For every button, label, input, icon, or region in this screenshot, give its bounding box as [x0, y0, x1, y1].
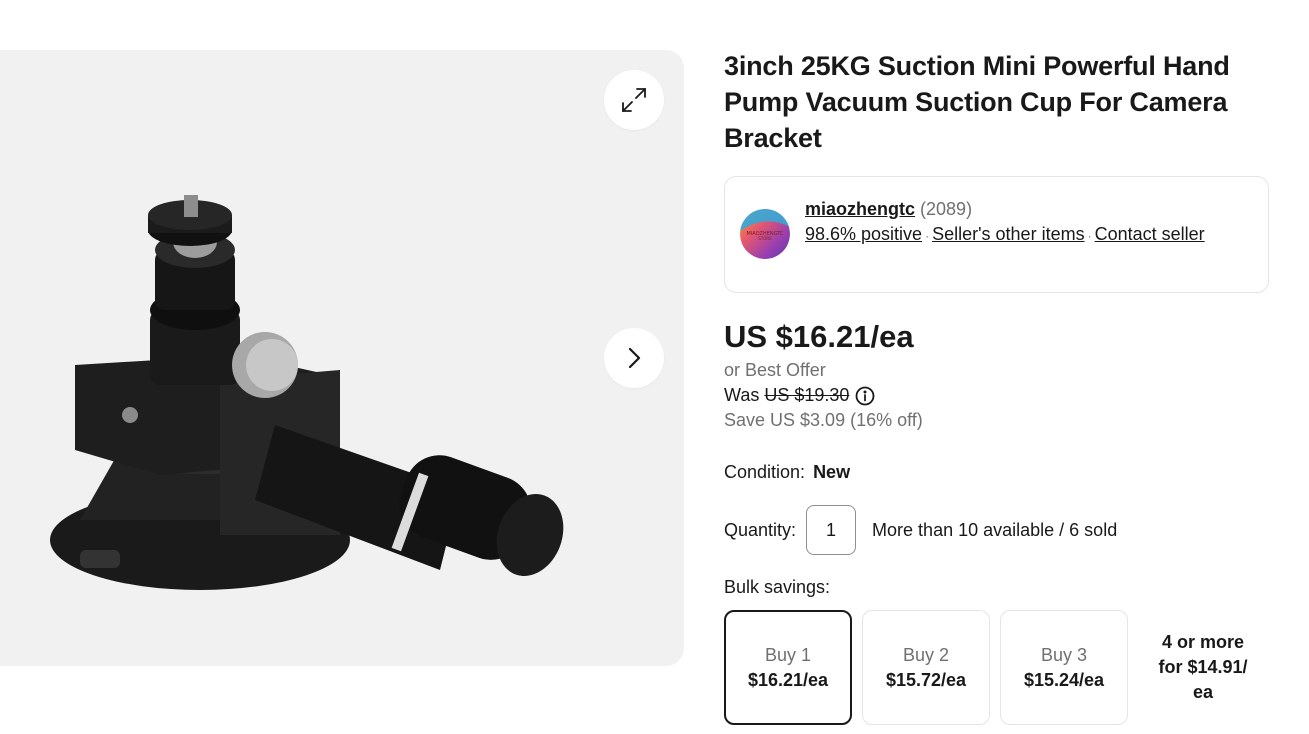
bulk-option-buy-2[interactable]: Buy 2 $15.72/ea [862, 610, 990, 725]
bulk-option-qty: Buy 2 [902, 644, 950, 665]
bulk-option-qty: Buy 3 [1040, 644, 1088, 665]
savings-text: Save US $3.09 (16% off) [724, 410, 923, 430]
product-title: 3inch 25KG Suction Mini Powerful Hand Pu… [724, 51, 1230, 153]
item-price: US $16.21/ea [724, 319, 914, 354]
quantity-row: Quantity: More than 10 available / 6 sol… [724, 505, 1269, 555]
seller-info: miaozhengtc (2089) 98.6% positive · Seller… [805, 197, 1205, 249]
info-icon[interactable] [855, 386, 875, 406]
was-price: US $19.30 [764, 385, 850, 405]
seller-feedback-count: (2089) [920, 199, 973, 219]
bulk-option-buy-1[interactable]: Buy 1 $16.21/ea [724, 610, 852, 725]
bulk-savings-label: Bulk savings: [724, 577, 831, 597]
bulk-option-price: $16.21/ea [747, 669, 829, 690]
was-price-line: Was US $19.30 [724, 383, 1269, 408]
condition-label: Condition: [724, 462, 806, 482]
product-photo[interactable] [40, 190, 580, 610]
bulk-option-price: $15.24/ea [1023, 669, 1105, 690]
seller-logo[interactable]: MIAOZHENGTC STORE [740, 209, 790, 259]
seller-name-link[interactable]: miaozhengtc [805, 199, 915, 219]
expand-arrows-icon [622, 88, 646, 112]
best-offer-text: or Best Offer [724, 360, 826, 380]
seller-card: MIAOZHENGTC STORE miaozhengtc (2089) 98.… [724, 176, 1269, 293]
next-image-button[interactable] [604, 328, 664, 388]
quantity-label: Quantity: [724, 519, 797, 540]
separator-dot: · [1087, 229, 1092, 243]
bulk-option-price: $15.72/ea [885, 669, 967, 690]
contact-seller-link[interactable]: Contact seller [1095, 224, 1205, 244]
seller-positive-link[interactable]: 98.6% positive [805, 224, 922, 244]
chevron-right-icon [628, 347, 641, 369]
image-gallery [0, 50, 684, 666]
listing-details: 3inch 25KG Suction Mini Powerful Hand Pu… [724, 48, 1269, 725]
bulk-option-qty: Buy 1 [764, 644, 812, 665]
bulk-option-4-or-more[interactable]: 4 or more for $14.91/ ea [1138, 610, 1268, 725]
separator-dot: · [925, 229, 930, 243]
seller-other-items-link[interactable]: Seller's other items [932, 224, 1085, 244]
quantity-input[interactable] [806, 505, 857, 555]
availability-text: More than 10 available / 6 sold [872, 519, 1118, 540]
svg-text:STORE: STORE [758, 236, 772, 241]
bulk-savings-options: Buy 1 $16.21/ea Buy 2 $15.72/ea Buy 3 $1… [724, 610, 1269, 725]
was-label: Was [724, 385, 760, 405]
condition-value: New [813, 462, 851, 482]
expand-button[interactable] [604, 70, 664, 130]
bulk-option-buy-3[interactable]: Buy 3 $15.24/ea [1000, 610, 1128, 725]
condition-row: Condition: New [724, 460, 1269, 485]
